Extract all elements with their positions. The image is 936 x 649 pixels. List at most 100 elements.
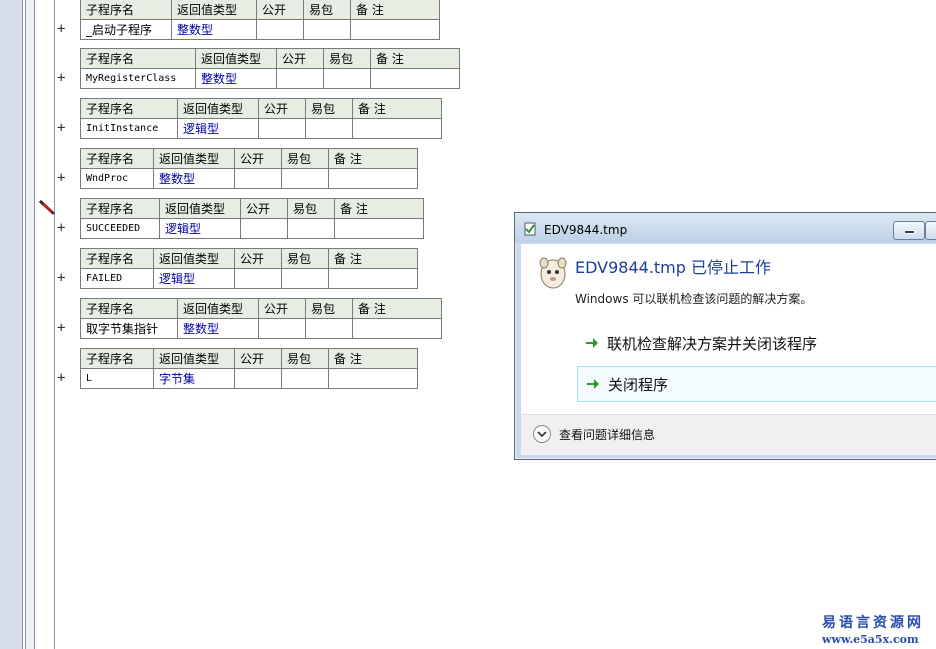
return-type-cell[interactable]: 整数型: [171, 19, 257, 40]
maximize-button[interactable]: [925, 221, 936, 240]
easy-pack-cell[interactable]: [281, 268, 329, 289]
return-type-cell[interactable]: 整数型: [177, 318, 259, 339]
gutter-strip: [25, 0, 35, 649]
public-cell[interactable]: [276, 68, 324, 89]
expand-plus-icon[interactable]: +: [57, 71, 69, 85]
return-type-cell[interactable]: 逻辑型: [159, 218, 241, 239]
check-online-option[interactable]: 联机检查解决方案并关闭该程序: [577, 326, 936, 360]
gutter-strip: [36, 0, 55, 649]
editor-gutter: [0, 0, 56, 649]
subroutine-table: 子程序名 返回值类型 公开 易包备 注 FAILED 逻辑型: [80, 248, 418, 289]
note-cell[interactable]: [352, 318, 442, 339]
header-easy-pack: 易包: [281, 148, 329, 169]
gutter-strip: [0, 0, 23, 649]
crash-dialog: EDV9844.tmp EDV9844.tmp 已停止工作 Windows 可以…: [514, 212, 936, 460]
public-cell[interactable]: [258, 118, 306, 139]
header-easy-pack: 易包: [287, 198, 335, 219]
table-header-row: 子程序名 返回值类型 公开 易包备 注: [80, 248, 418, 269]
return-type-cell[interactable]: 逻辑型: [153, 268, 235, 289]
close-program-option[interactable]: 关闭程序: [577, 366, 936, 402]
easy-pack-cell[interactable]: [287, 218, 335, 239]
header-easy-pack: 易包: [303, 0, 351, 20]
public-cell[interactable]: [234, 368, 282, 389]
public-cell[interactable]: [234, 268, 282, 289]
table-row: L 字节集: [80, 368, 418, 389]
details-toggle-label[interactable]: 查看问题详细信息: [559, 426, 655, 443]
subroutine-table: 子程序名 返回值类型 公开 易包备 注 L 字节集: [80, 348, 418, 389]
expand-plus-icon[interactable]: +: [57, 271, 69, 285]
header-note: 备 注: [352, 298, 442, 319]
subroutine-name-cell[interactable]: _启动子程序: [80, 19, 172, 40]
header-name: 子程序名: [80, 0, 172, 20]
subroutine-name-cell[interactable]: InitInstance: [80, 118, 178, 139]
header-return-type: 返回值类型: [153, 248, 235, 269]
subroutine-name-cell[interactable]: FAILED: [80, 268, 154, 289]
header-name: 子程序名: [80, 48, 196, 69]
dialog-body: EDV9844.tmp 已停止工作 Windows 可以联机检查该问题的解决方案…: [521, 244, 936, 414]
header-return-type: 返回值类型: [153, 148, 235, 169]
return-type-cell[interactable]: 逻辑型: [177, 118, 259, 139]
app-icon: [524, 222, 536, 236]
note-cell[interactable]: [328, 368, 418, 389]
minimize-button[interactable]: [893, 221, 925, 240]
subroutine-name-cell[interactable]: SUCCEEDED: [80, 218, 160, 239]
expand-plus-icon[interactable]: +: [57, 171, 69, 185]
table-row: 取字节集指针 整数型: [80, 318, 442, 339]
header-name: 子程序名: [80, 198, 160, 219]
subroutine-name-cell[interactable]: 取字节集指针: [80, 318, 178, 339]
easy-pack-cell[interactable]: [323, 68, 371, 89]
details-toggle-button[interactable]: [533, 425, 551, 443]
expand-plus-icon[interactable]: +: [57, 121, 69, 135]
return-type-cell[interactable]: 整数型: [195, 68, 277, 89]
header-note: 备 注: [328, 148, 418, 169]
note-cell[interactable]: [352, 118, 442, 139]
subroutine-name-cell[interactable]: MyRegisterClass: [80, 68, 196, 89]
note-cell[interactable]: [370, 68, 460, 89]
subroutine-name-cell[interactable]: WndProc: [80, 168, 154, 189]
subroutine-table: 子程序名 返回值类型 公开 易包备 注 _启动子程序 整数型: [80, 0, 440, 40]
easy-pack-cell[interactable]: [305, 318, 353, 339]
pencil-icon: [38, 199, 55, 215]
return-type-cell[interactable]: 字节集: [153, 368, 235, 389]
easy-pack-cell[interactable]: [281, 368, 329, 389]
return-type-cell[interactable]: 整数型: [153, 168, 235, 189]
subroutine-table: 子程序名 返回值类型 公开 易包备 注 MyRegisterClass 整数型: [80, 48, 460, 89]
public-cell[interactable]: [234, 168, 282, 189]
expand-plus-icon[interactable]: +: [57, 221, 69, 235]
header-public: 公开: [256, 0, 304, 20]
table-row: WndProc 整数型: [80, 168, 418, 189]
table-row: MyRegisterClass 整数型: [80, 68, 460, 89]
dialog-footer: 查看问题详细信息: [521, 414, 936, 455]
expand-plus-icon[interactable]: +: [57, 321, 69, 335]
table-row: _启动子程序 整数型: [80, 19, 440, 40]
header-return-type: 返回值类型: [159, 198, 241, 219]
public-cell[interactable]: [240, 218, 288, 239]
table-row: InitInstance 逻辑型: [80, 118, 442, 139]
header-public: 公开: [258, 98, 306, 119]
subroutine-table: 子程序名 返回值类型 公开 易包备 注 SUCCEEDED 逻辑型: [80, 198, 424, 239]
note-cell[interactable]: [334, 218, 424, 239]
header-name: 子程序名: [80, 148, 154, 169]
note-cell[interactable]: [350, 19, 440, 40]
easy-pack-cell[interactable]: [281, 168, 329, 189]
header-public: 公开: [234, 248, 282, 269]
dialog-titlebar[interactable]: EDV9844.tmp: [515, 213, 936, 243]
note-cell[interactable]: [328, 168, 418, 189]
easy-pack-cell[interactable]: [303, 19, 351, 40]
public-cell[interactable]: [256, 19, 304, 40]
expand-plus-icon[interactable]: +: [57, 22, 69, 36]
header-return-type: 返回值类型: [177, 98, 259, 119]
dialog-message: Windows 可以联机检查该问题的解决方案。: [575, 292, 813, 306]
subroutine-name-cell[interactable]: L: [80, 368, 154, 389]
dialog-title: EDV9844.tmp: [544, 223, 628, 237]
table-row: SUCCEEDED 逻辑型: [80, 218, 424, 239]
subroutine-table: 子程序名 返回值类型 公开 易包备 注 WndProc 整数型: [80, 148, 418, 189]
note-cell[interactable]: [328, 268, 418, 289]
public-cell[interactable]: [258, 318, 306, 339]
header-name: 子程序名: [80, 298, 178, 319]
header-name: 子程序名: [80, 98, 178, 119]
header-note: 备 注: [328, 348, 418, 369]
expand-plus-icon[interactable]: +: [57, 371, 69, 385]
green-arrow-icon: [586, 338, 598, 348]
easy-pack-cell[interactable]: [305, 118, 353, 139]
